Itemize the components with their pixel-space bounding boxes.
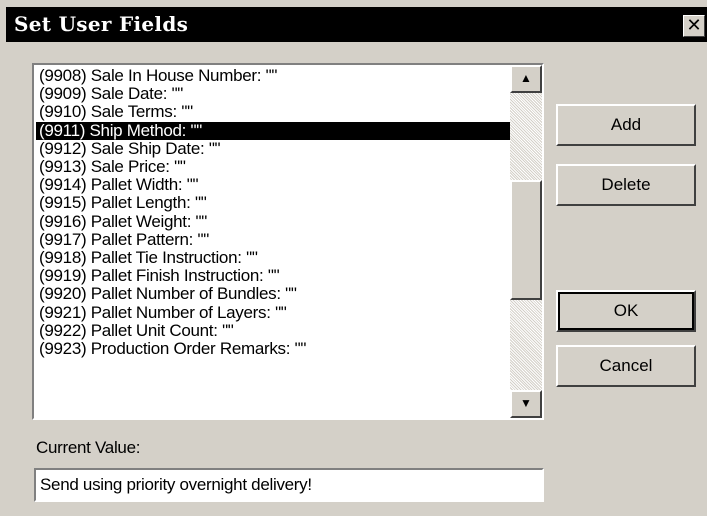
current-value-input[interactable]: Send using priority overnight delivery! (34, 468, 544, 502)
ok-button[interactable]: OK (556, 290, 696, 332)
delete-button[interactable]: Delete (556, 164, 696, 206)
list-item[interactable]: (9919) Pallet Finish Instruction: "" (36, 266, 510, 285)
list-item[interactable]: (9911) Ship Method: "" (36, 121, 510, 140)
cancel-button[interactable]: Cancel (556, 345, 696, 387)
list-item[interactable]: (9912) Sale Ship Date: "" (36, 139, 510, 158)
list-item[interactable]: (9917) Pallet Pattern: "" (36, 230, 510, 249)
close-button[interactable]: ✕ (683, 15, 705, 37)
list-item[interactable]: (9913) Sale Price: "" (36, 157, 510, 176)
list-item[interactable]: (9918) Pallet Tie Instruction: "" (36, 248, 510, 267)
add-button[interactable]: Add (556, 104, 696, 146)
list-item[interactable]: (9923) Production Order Remarks: "" (36, 339, 510, 358)
title-bar[interactable]: Set User Fields ✕ (6, 7, 707, 42)
list-item[interactable]: (9910) Sale Terms: "" (36, 103, 510, 121)
user-fields-list[interactable]: (9908) Sale In House Number: "" (9909) Sa… (32, 63, 544, 420)
scroll-up-button[interactable]: ▲ (510, 65, 542, 93)
scroll-down-button[interactable]: ▼ (510, 390, 542, 418)
list-item[interactable]: (9921) Pallet Number of Layers: "" (36, 303, 510, 322)
vertical-scrollbar[interactable]: ▲ ▼ (510, 65, 542, 418)
list-item[interactable]: (9909) Sale Date: "" (36, 84, 510, 103)
list-item[interactable]: (9914) Pallet Width: "" (36, 175, 510, 194)
list-item[interactable]: (9915) Pallet Length: "" (36, 194, 510, 212)
list-item[interactable]: (9922) Pallet Unit Count: "" (36, 321, 510, 340)
dialog-title: Set User Fields (14, 12, 189, 36)
scroll-up-icon: ▲ (520, 71, 532, 85)
scroll-down-icon: ▼ (520, 396, 532, 410)
list-item[interactable]: (9920) Pallet Number of Bundles: "" (36, 285, 510, 303)
list-item[interactable]: (9908) Sale In House Number: "" (36, 66, 510, 85)
list-items-container: (9908) Sale In House Number: "" (9909) Sa… (34, 65, 510, 418)
close-icon: ✕ (686, 15, 702, 36)
set-user-fields-dialog: Set User Fields ✕ (9908) Sale In House N… (0, 0, 707, 516)
list-item[interactable]: (9916) Pallet Weight: "" (36, 212, 510, 231)
current-value-label: Current Value: (36, 438, 141, 457)
scrollbar-thumb[interactable] (510, 180, 542, 300)
